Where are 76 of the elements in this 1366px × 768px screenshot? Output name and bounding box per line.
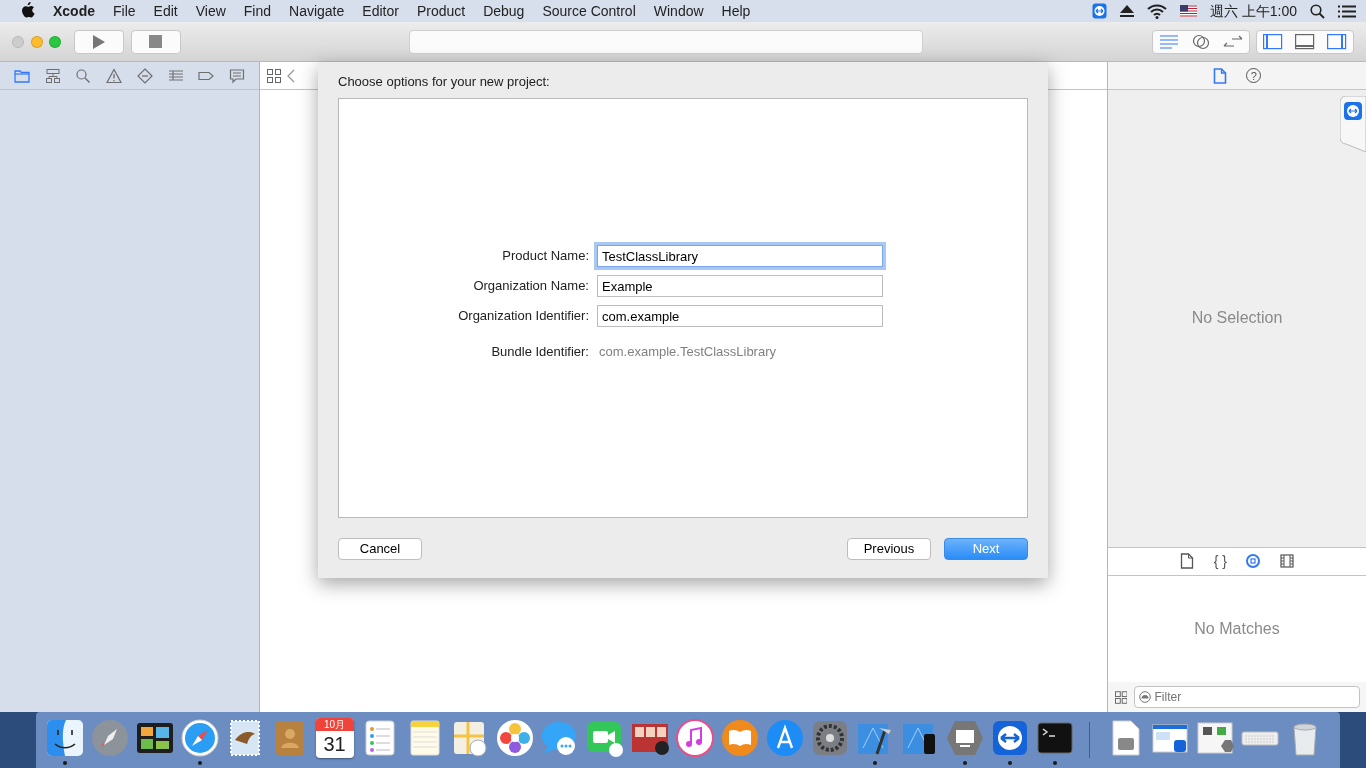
side-tab-icon[interactable]: [1340, 96, 1366, 152]
open-book-icon[interactable]: [719, 718, 760, 758]
document-icon[interactable]: [1180, 553, 1195, 569]
grid-icon[interactable]: [1114, 690, 1127, 704]
grid-icon[interactable]: [266, 68, 281, 83]
search-icon[interactable]: [1310, 3, 1325, 19]
menu-clock[interactable]: 週六 上午1:00: [1209, 0, 1297, 22]
menu-item[interactable]: File: [104, 0, 145, 22]
running-indicator: [962, 761, 967, 765]
menu-item[interactable]: Help: [712, 0, 760, 22]
play-icon: [92, 33, 106, 50]
dialog-button[interactable]: Previous: [847, 538, 931, 560]
running-indicator: [197, 761, 202, 765]
panel-toggle-control[interactable]: [1256, 29, 1354, 54]
filter-field[interactable]: Filter: [1133, 686, 1360, 708]
field-label: Product Name:: [501, 247, 590, 266]
bottom-panel-icon: [1295, 33, 1315, 50]
field-label: Bundle Identifier:: [490, 343, 590, 362]
music-note-icon[interactable]: [674, 718, 715, 758]
running-indicator: [62, 761, 67, 765]
run-button[interactable]: [74, 29, 124, 54]
monitor-icon[interactable]: [944, 718, 985, 758]
calendar-day: 31: [323, 731, 346, 757]
warning-icon[interactable]: [106, 67, 123, 84]
apple-logo-icon[interactable]: [20, 2, 36, 20]
text-field[interactable]: Example: [597, 275, 883, 297]
film-icon[interactable]: [1279, 553, 1294, 569]
dialog-button[interactable]: Cancel: [338, 538, 422, 560]
diamond-icon[interactable]: [136, 67, 153, 84]
list-icon[interactable]: [1338, 4, 1356, 18]
wifi-icon[interactable]: [1146, 3, 1167, 19]
double-arrow-icon[interactable]: [1091, 3, 1107, 19]
target-icon[interactable]: [1246, 553, 1261, 569]
menu-item[interactable]: Find: [234, 0, 281, 22]
flower-icon[interactable]: [494, 718, 535, 758]
lines-icon: [1158, 32, 1179, 51]
left-panel-icon: [1263, 33, 1283, 50]
menu-item[interactable]: Window: [644, 0, 713, 22]
menu-item[interactable]: Edit: [144, 0, 187, 22]
hierarchy-icon[interactable]: [44, 67, 61, 84]
stop-icon: [149, 35, 162, 48]
folder-icon[interactable]: [13, 67, 30, 84]
running-indicator: [1052, 761, 1057, 765]
menu-item[interactable]: Navigate: [280, 0, 354, 22]
face-icon[interactable]: [44, 718, 85, 758]
document-icon[interactable]: [1212, 67, 1227, 84]
empty-state-text: No Matches: [1194, 618, 1280, 639]
table-icon[interactable]: [167, 67, 184, 84]
running-indicator: [872, 761, 877, 765]
stop-button[interactable]: [130, 29, 181, 54]
menu-item[interactable]: Debug: [474, 0, 534, 22]
field-label: Organization Identifier:: [457, 307, 590, 326]
text-field[interactable]: TestClassLibrary: [597, 245, 883, 267]
menu-item[interactable]: View: [186, 0, 235, 22]
filter-icon: [1138, 691, 1151, 703]
menu-item[interactable]: Source Control: [533, 0, 645, 22]
field-label: Organization Name:: [472, 277, 590, 296]
calendar-month: 10月: [315, 718, 354, 731]
menu-item[interactable]: Editor: [353, 0, 408, 22]
zoom-button[interactable]: [49, 35, 61, 48]
circles-icon: [1190, 32, 1211, 51]
running-indicator: [1007, 761, 1012, 765]
sheet-title: Choose options for your new project:: [338, 73, 551, 91]
back-chevron-icon[interactable]: [287, 68, 295, 83]
inspector-tab[interactable]: { }: [1213, 553, 1227, 569]
flag-icon[interactable]: [1179, 5, 1197, 17]
eject-icon[interactable]: [1119, 5, 1134, 17]
text-field[interactable]: com.example: [597, 305, 883, 327]
editor-mode-control[interactable]: [1151, 29, 1250, 54]
field-value: com.example.TestClassLibrary: [598, 343, 776, 362]
speech-bubble-icon[interactable]: [229, 67, 246, 84]
calendar-icon[interactable]: 10月 31: [315, 718, 354, 758]
menu-item[interactable]: Product: [407, 0, 475, 22]
app-menu[interactable]: Xcode: [44, 0, 104, 22]
right-panel-icon: [1327, 33, 1347, 50]
empty-state-text: No Selection: [1191, 308, 1283, 329]
